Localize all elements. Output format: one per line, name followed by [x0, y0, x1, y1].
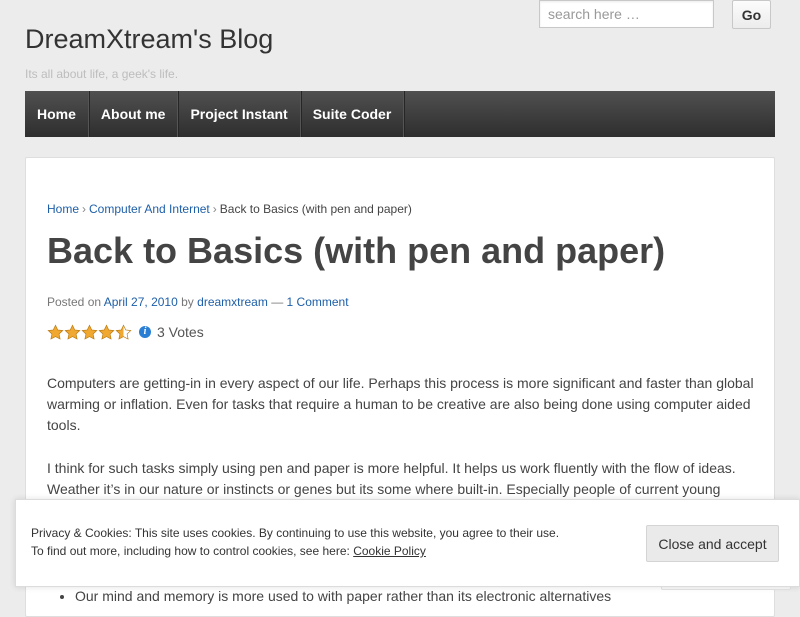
info-icon[interactable]: i	[139, 326, 151, 338]
nav-item-suite-coder[interactable]: Suite Coder	[301, 91, 405, 137]
list-item: Our mind and memory is more used to with…	[75, 588, 611, 604]
posted-on-label: Posted on	[47, 295, 102, 309]
site-tagline: Its all about life, a geek's life.	[25, 67, 179, 81]
post-date-link[interactable]: April 27, 2010	[104, 295, 178, 309]
by-label: by	[181, 295, 194, 309]
meta-dash: —	[271, 295, 284, 309]
nav-item-home[interactable]: Home	[25, 91, 89, 137]
breadcrumb-separator: ›	[212, 202, 217, 216]
close-and-accept-button[interactable]: Close and accept	[646, 525, 779, 562]
post-meta: Posted on April 27, 2010 by dreamxtream …	[47, 295, 349, 309]
nav-item-project-instant[interactable]: Project Instant	[178, 91, 301, 137]
post-paragraph: I think for such tasks simply using pen …	[47, 460, 736, 497]
breadcrumb: Home › Computer And Internet › Back to Basic…	[47, 202, 412, 216]
star-icon[interactable]	[98, 323, 115, 341]
breadcrumb-current: Back to Basics (with pen and paper)	[219, 202, 412, 216]
star-icon[interactable]	[81, 323, 98, 341]
votes-count: 3 Votes	[157, 324, 204, 340]
post-title: Back to Basics (with pen and paper)	[47, 230, 666, 271]
breadcrumb-category-link[interactable]: Computer And Internet	[89, 202, 210, 216]
star-rating: i 3 Votes	[47, 323, 204, 341]
cookie-notice-text: Privacy & Cookies: This site uses cookie…	[31, 526, 560, 540]
search-input[interactable]	[539, 0, 714, 28]
main-nav: Home About me Project Instant Suite Code…	[25, 91, 775, 137]
star-icon[interactable]	[64, 323, 81, 341]
comments-link[interactable]: 1 Comment	[287, 295, 349, 309]
site-title[interactable]: DreamXtream's Blog	[25, 24, 273, 55]
author-link[interactable]: dreamxtream	[197, 295, 268, 309]
post-paragraph: Computers are getting-in in every aspect…	[47, 375, 754, 433]
post-bullet-list: Our mind and memory is more used to with…	[47, 588, 611, 604]
breadcrumb-separator: ›	[82, 202, 87, 216]
search-button[interactable]: Go	[732, 0, 771, 29]
half-star-icon[interactable]	[115, 323, 132, 341]
cookie-notice-text-2: To find out more, including how to contr…	[31, 544, 426, 558]
cookie-policy-link[interactable]: Cookie Policy	[353, 544, 426, 558]
cookie-info-prefix: To find out more, including how to contr…	[31, 544, 350, 558]
cookie-banner: Privacy & Cookies: This site uses cookie…	[15, 499, 800, 587]
star-icon[interactable]	[47, 323, 64, 341]
breadcrumb-home-link[interactable]: Home	[47, 202, 79, 216]
nav-item-about-me[interactable]: About me	[89, 91, 179, 137]
